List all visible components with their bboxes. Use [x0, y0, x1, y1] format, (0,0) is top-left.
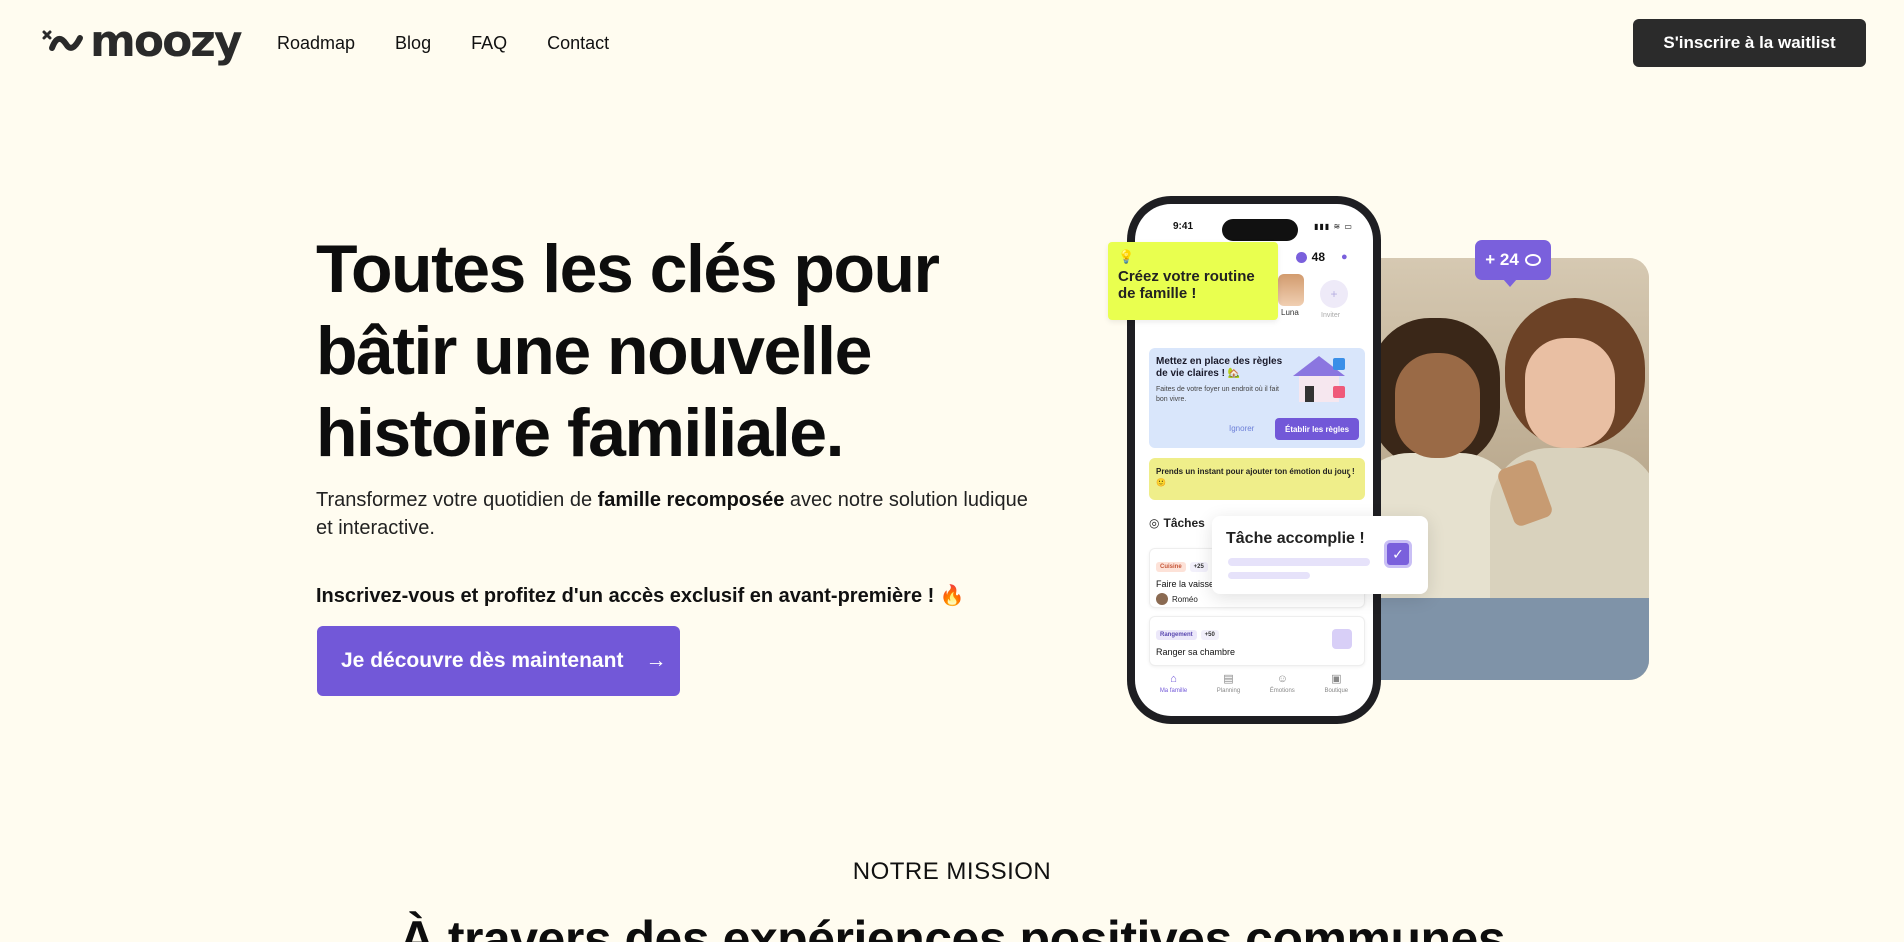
placeholder-line: [1228, 572, 1310, 579]
coins-counter: 48: [1295, 250, 1325, 264]
family-photo: [1340, 258, 1649, 680]
emotion-card-text: Prends un instant pour ajouter ton émoti…: [1156, 467, 1355, 487]
invite-plus-icon[interactable]: +: [1320, 280, 1348, 308]
hero-title: Toutes les clés pour bâtir une nouvelle …: [316, 231, 940, 471]
hero-subtitle-bold: famille recomposée: [597, 489, 785, 511]
home-icon: ⌂: [1170, 673, 1177, 685]
logo-mark-icon: [40, 22, 88, 62]
invite-label: Inviter: [1321, 312, 1341, 319]
moozy-logo[interactable]: moozy: [40, 16, 243, 67]
profile-icon: ●: [1341, 251, 1348, 263]
coin-reward-badge: + 24: [1475, 240, 1551, 287]
avatar[interactable]: [1278, 274, 1304, 306]
task-done-toast: Tâche accomplie ! ✓: [1212, 516, 1428, 594]
dynamic-island: [1222, 219, 1298, 241]
coin-icon: [1524, 254, 1541, 266]
discover-now-button[interactable]: Je découvre dès maintenant →: [317, 626, 680, 696]
logo-text: moozy: [90, 16, 243, 67]
house-icon: [1289, 356, 1347, 404]
avatar-label: Luna: [1281, 308, 1299, 317]
mission-heading: À travers des expériences positives comm…: [398, 911, 1506, 942]
task-checkbox[interactable]: [1332, 629, 1352, 649]
lightbulb-icon: 💡: [1118, 249, 1135, 264]
tab-planning-label: Planning: [1216, 688, 1241, 694]
tasks-heading: ◎ Tâches: [1149, 516, 1205, 530]
phone-bottom-nav: ⌂ Ma famille ▤ Planning ☺ Émotions ▣ Bou…: [1135, 674, 1373, 716]
nav-blog[interactable]: Blog: [395, 32, 431, 54]
tab-emotions-label: Émotions: [1269, 688, 1295, 694]
rules-card: Mettez en place des règles de vie claire…: [1149, 348, 1365, 448]
tab-shop-label: Boutique: [1324, 688, 1349, 694]
waitlist-button[interactable]: S'inscrire à la waitlist: [1633, 19, 1866, 67]
shop-icon: ▣: [1331, 673, 1342, 685]
emotion-card[interactable]: Prends un instant pour ajouter ton émoti…: [1149, 458, 1365, 500]
task-points: +50: [1200, 630, 1219, 640]
hero-cta-text: Inscrivez-vous et profitez d'un accès ex…: [316, 585, 965, 607]
status-icons: ▮▮▮ ≋ ▭: [1314, 222, 1353, 231]
main-nav: Roadmap Blog FAQ Contact: [277, 32, 609, 54]
ignore-link[interactable]: Ignorer: [1229, 424, 1254, 433]
hero-subtitle-start: Transformez votre quotidien de: [316, 489, 598, 511]
task-card[interactable]: Rangement +50 Ranger sa chambre: [1149, 616, 1365, 666]
tab-planning[interactable]: ▤ Planning: [1217, 674, 1240, 716]
site-header: moozy Roadmap Blog FAQ Contact S'inscrir…: [0, 0, 1904, 86]
placeholder-line: [1228, 558, 1370, 566]
check-icon: ✓: [1384, 540, 1412, 568]
phone-time: 9:41: [1173, 221, 1194, 232]
set-rules-button[interactable]: Établir les règles: [1275, 418, 1359, 440]
coin-reward-value: + 24: [1485, 250, 1519, 269]
calendar-icon: ▤: [1223, 673, 1234, 685]
hero-subtitle: Transformez votre quotidien de famille r…: [316, 486, 1036, 542]
task-assignee-name: Roméo: [1172, 594, 1198, 604]
tab-family[interactable]: ⌂ Ma famille: [1160, 674, 1187, 716]
mission-label: NOTRE MISSION: [852, 858, 1052, 885]
avatar: [1156, 593, 1168, 605]
coins-value: 48: [1311, 250, 1325, 264]
arrow-right-icon: →: [645, 649, 667, 672]
tasks-icon: ◎: [1149, 516, 1160, 530]
task-assignee: Roméo: [1156, 593, 1358, 605]
tab-emotions[interactable]: ☺ Émotions: [1270, 674, 1295, 716]
task-tag: Cuisine: [1156, 562, 1186, 572]
smiley-icon: ☺: [1276, 673, 1288, 685]
chevron-right-icon: ›: [1347, 470, 1351, 482]
task-name: Ranger sa chambre: [1156, 647, 1236, 657]
tab-family-label: Ma famille: [1159, 688, 1188, 694]
nav-contact[interactable]: Contact: [547, 32, 609, 54]
nav-faq[interactable]: FAQ: [471, 32, 507, 54]
coin-dot-icon: [1295, 251, 1307, 263]
task-points: +25: [1189, 562, 1208, 572]
task-tag: Rangement: [1156, 630, 1197, 640]
nav-roadmap[interactable]: Roadmap: [277, 32, 355, 54]
discover-now-label: Je découvre dès maintenant: [341, 649, 624, 672]
routine-tip: 💡 Créez votre routine de famille !: [1108, 242, 1278, 320]
tasks-title: Tâches: [1163, 516, 1205, 530]
rules-title: Mettez en place des règles de vie claire…: [1156, 356, 1283, 379]
tab-shop[interactable]: ▣ Boutique: [1324, 674, 1348, 716]
routine-tip-text: Créez votre routine de famille !: [1118, 268, 1255, 302]
rules-text: Faites de votre foyer un endroit où il f…: [1156, 386, 1279, 403]
